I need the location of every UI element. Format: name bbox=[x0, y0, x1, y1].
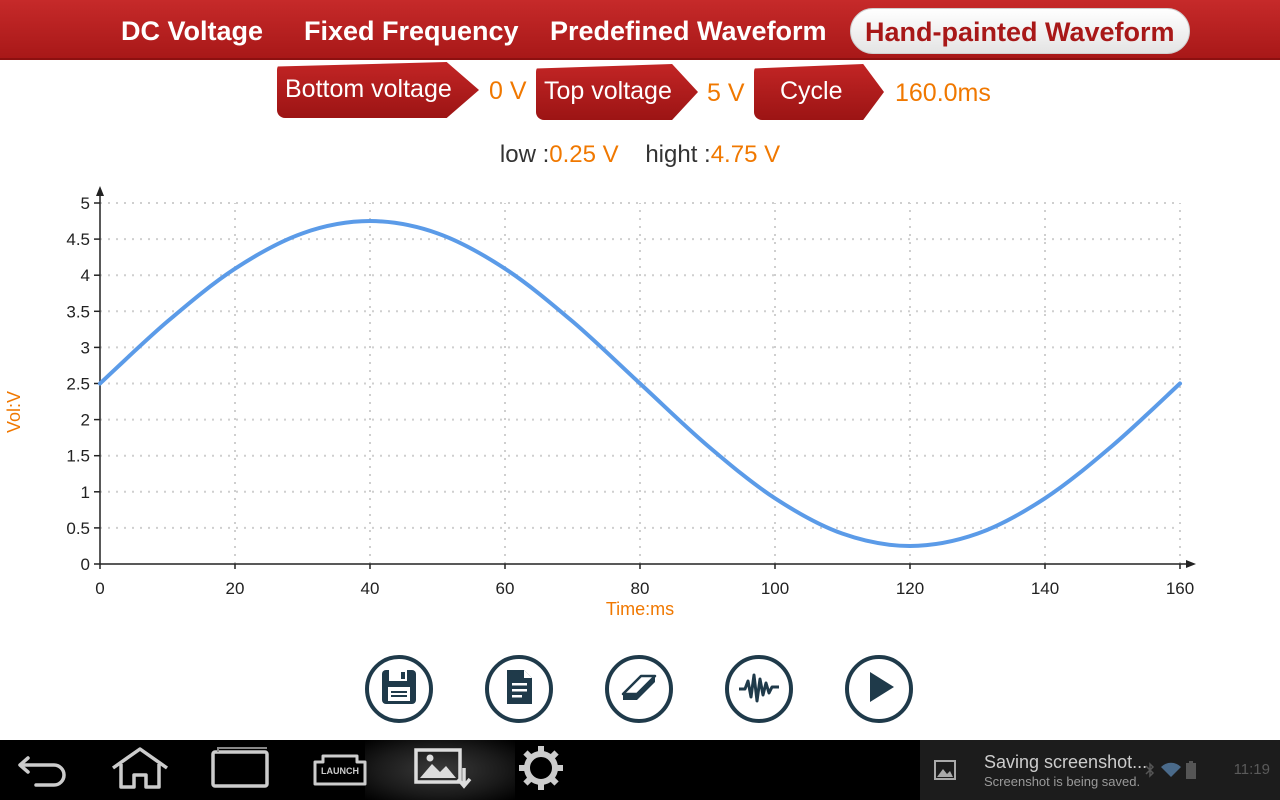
y-tick-label: 2 bbox=[81, 411, 90, 430]
bottom-voltage-button[interactable]: Bottom voltage bbox=[277, 62, 479, 118]
top-voltage-button[interactable]: Top voltage bbox=[536, 64, 698, 120]
open-file-button[interactable] bbox=[485, 655, 553, 723]
home-button[interactable] bbox=[108, 746, 172, 795]
y-tick-label: 1 bbox=[81, 483, 90, 502]
x-tick-label: 20 bbox=[226, 579, 245, 598]
waveform-icon bbox=[737, 667, 781, 712]
eraser-icon bbox=[619, 667, 659, 712]
bluetooth-icon bbox=[1145, 762, 1155, 783]
x-tick-label: 140 bbox=[1031, 579, 1059, 598]
erase-button[interactable] bbox=[605, 655, 673, 723]
tab-fixed-frequency[interactable]: Fixed Frequency bbox=[304, 8, 519, 54]
waveform-button[interactable] bbox=[725, 655, 793, 723]
tab-dc-voltage[interactable]: DC Voltage bbox=[121, 8, 263, 54]
x-tick-label: 100 bbox=[761, 579, 789, 598]
low-value: 0.25 V bbox=[549, 141, 619, 168]
x-tick-label: 60 bbox=[496, 579, 515, 598]
back-icon bbox=[14, 748, 68, 793]
image-icon bbox=[934, 760, 956, 785]
y-axis-title: Vol:V bbox=[4, 391, 24, 433]
y-tick-label: 4 bbox=[81, 266, 90, 285]
y-tick-label: 3.5 bbox=[66, 302, 90, 321]
x-tick-label: 40 bbox=[361, 579, 380, 598]
x-tick-label: 120 bbox=[896, 579, 924, 598]
y-tick-label: 0.5 bbox=[66, 519, 90, 538]
waveform-chart[interactable]: 0 0.5 1 1.5 2 2.5 3 3.5 4 4.5 5 0 20 40 60 80 100 120 140 1… bbox=[0, 180, 1280, 630]
home-icon bbox=[109, 746, 171, 795]
settings-button[interactable] bbox=[512, 745, 570, 792]
launch-button[interactable]: LAUNCH bbox=[308, 748, 372, 792]
launch-label: LAUNCH bbox=[321, 766, 359, 776]
y-tick-label: 0 bbox=[81, 555, 90, 574]
recent-apps-button[interactable] bbox=[208, 746, 272, 795]
y-axis-arrow bbox=[96, 186, 104, 196]
notification-title: Saving screenshot... bbox=[984, 752, 1148, 772]
y-tick-label: 2.5 bbox=[66, 375, 90, 394]
back-button[interactable] bbox=[12, 748, 70, 792]
high-label: hight : bbox=[645, 141, 711, 168]
tab-predefined-waveform[interactable]: Predefined Waveform bbox=[550, 8, 827, 54]
high-value: 4.75 V bbox=[710, 141, 781, 168]
save-icon bbox=[379, 667, 419, 712]
recent-apps-icon bbox=[209, 746, 271, 795]
x-tick-label: 160 bbox=[1166, 579, 1194, 598]
x-tick-label: 80 bbox=[631, 579, 650, 598]
play-button[interactable] bbox=[845, 655, 913, 723]
save-button[interactable] bbox=[365, 655, 433, 723]
gear-icon bbox=[517, 744, 565, 797]
tab-hand-painted-waveform[interactable]: Hand-painted Waveform bbox=[850, 8, 1190, 54]
voltage-limits-readout: low :0.25 V hight :4.75 V bbox=[0, 141, 1280, 169]
screenshot-icon bbox=[410, 746, 472, 795]
notification-area[interactable]: Saving screenshot... Screenshot is being… bbox=[920, 740, 1280, 800]
cycle-button[interactable]: Cycle bbox=[754, 64, 884, 120]
screenshot-button[interactable] bbox=[408, 746, 474, 795]
y-tick-label: 1.5 bbox=[66, 447, 90, 466]
play-icon bbox=[859, 667, 899, 712]
x-axis-arrow bbox=[1186, 560, 1196, 568]
low-label: low : bbox=[499, 141, 550, 168]
battery-icon bbox=[1186, 761, 1196, 784]
y-tick-label: 5 bbox=[81, 194, 90, 213]
clock-text: 11:19 bbox=[1233, 761, 1270, 778]
mode-tab-bar: DC Voltage Fixed Frequency Predefined Wa… bbox=[0, 0, 1280, 60]
y-tick-label: 3 bbox=[81, 338, 90, 357]
notification-subtitle: Screenshot is being saved. bbox=[984, 774, 1141, 789]
system-nav-bar: LAUNCH Saving screenshot... Screenshot i… bbox=[0, 740, 1280, 800]
x-axis-title: Time:ms bbox=[606, 599, 674, 619]
document-icon bbox=[499, 667, 539, 712]
cycle-value: 160.0ms bbox=[895, 79, 991, 107]
launch-icon: LAUNCH bbox=[309, 750, 371, 790]
wifi-icon bbox=[1160, 762, 1182, 783]
x-tick-label: 0 bbox=[95, 579, 104, 598]
top-voltage-value: 5 V bbox=[707, 79, 745, 107]
y-tick-label: 4.5 bbox=[66, 230, 90, 249]
bottom-voltage-value: 0 V bbox=[489, 77, 527, 105]
